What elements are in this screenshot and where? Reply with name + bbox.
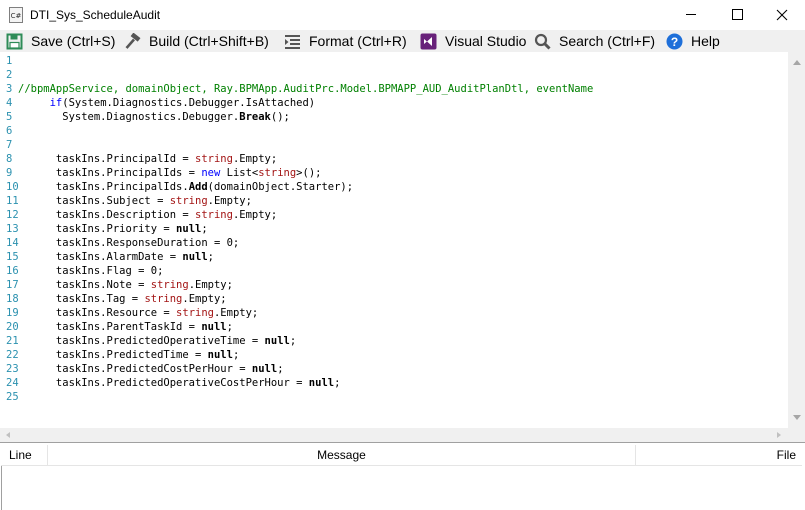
line-number: 20 xyxy=(6,321,19,333)
results-list[interactable]: Line Message File xyxy=(0,442,805,510)
line-number: 5 xyxy=(6,111,13,123)
svg-text:?: ? xyxy=(671,35,678,49)
close-icon xyxy=(776,9,788,21)
help-button[interactable]: ? Help xyxy=(666,30,720,52)
column-header-file[interactable]: File xyxy=(636,445,796,465)
search-button[interactable]: Search (Ctrl+F) xyxy=(534,30,655,52)
hammer-icon xyxy=(124,32,141,50)
line-number: 10 xyxy=(6,181,19,193)
csharp-file-icon: C# xyxy=(9,7,23,23)
line-number: 6 xyxy=(6,125,13,137)
column-header-message[interactable]: Message xyxy=(48,445,636,465)
line-number: 18 xyxy=(6,293,19,305)
vertical-scrollbar[interactable] xyxy=(788,52,805,428)
line-number: 1 xyxy=(6,55,13,67)
visual-studio-button[interactable]: Visual Studio xyxy=(420,30,526,52)
title-bar: C# DTI_Sys_ScheduleAudit xyxy=(0,0,805,30)
scroll-down-arrow-icon[interactable] xyxy=(793,415,801,420)
maximize-button[interactable] xyxy=(714,0,760,30)
line-number: 15 xyxy=(6,251,19,263)
help-label: Help xyxy=(691,33,720,49)
line-number: 21 xyxy=(6,335,19,347)
code-editor[interactable]: 1 2 3//bpmAppService, domainObject, Ray.… xyxy=(0,52,788,428)
scroll-up-arrow-icon[interactable] xyxy=(793,60,801,65)
window-title: DTI_Sys_ScheduleAudit xyxy=(30,8,161,22)
line-number: 13 xyxy=(6,223,19,235)
results-header: Line Message File xyxy=(1,445,802,466)
line-number: 11 xyxy=(6,195,19,207)
line-number: 7 xyxy=(6,139,13,151)
save-label: Save (Ctrl+S) xyxy=(31,33,116,49)
floppy-disk-icon xyxy=(6,33,23,50)
close-button[interactable] xyxy=(759,0,805,30)
build-button[interactable]: Build (Ctrl+Shift+B) xyxy=(124,30,269,52)
horizontal-scrollbar[interactable] xyxy=(0,428,805,442)
save-button[interactable]: Save (Ctrl+S) xyxy=(6,30,115,52)
build-label: Build (Ctrl+Shift+B) xyxy=(149,33,269,49)
scroll-left-arrow-icon[interactable] xyxy=(6,432,10,438)
visual-studio-label: Visual Studio xyxy=(445,33,527,49)
format-label: Format (Ctrl+R) xyxy=(309,33,407,49)
visual-studio-icon xyxy=(420,33,437,50)
line-number: 19 xyxy=(6,307,19,319)
results-body[interactable] xyxy=(1,466,803,510)
line-number: 22 xyxy=(6,349,19,361)
column-header-line[interactable]: Line xyxy=(1,445,48,465)
line-number: 25 xyxy=(6,391,19,403)
line-number: 4 xyxy=(6,97,13,109)
line-number: 8 xyxy=(6,153,13,165)
line-number: 9 xyxy=(6,167,13,179)
scroll-right-arrow-icon[interactable] xyxy=(777,432,781,438)
line-number: 12 xyxy=(6,209,19,221)
minimize-button[interactable] xyxy=(668,0,714,30)
format-button[interactable]: Format (Ctrl+R) xyxy=(284,30,407,52)
line-number: 23 xyxy=(6,363,19,375)
line-number: 2 xyxy=(6,69,13,81)
question-circle-icon: ? xyxy=(666,33,683,50)
search-label: Search (Ctrl+F) xyxy=(559,33,656,49)
magnifier-icon xyxy=(534,33,551,50)
line-number: 24 xyxy=(6,377,19,389)
line-number: 14 xyxy=(6,237,19,249)
line-number: 3 xyxy=(6,83,13,95)
line-number: 16 xyxy=(6,265,19,277)
format-lines-icon xyxy=(284,33,301,50)
toolbar: Save (Ctrl+S) Build (Ctrl+Shift+B) Forma… xyxy=(0,30,805,52)
line-number: 17 xyxy=(6,279,19,291)
